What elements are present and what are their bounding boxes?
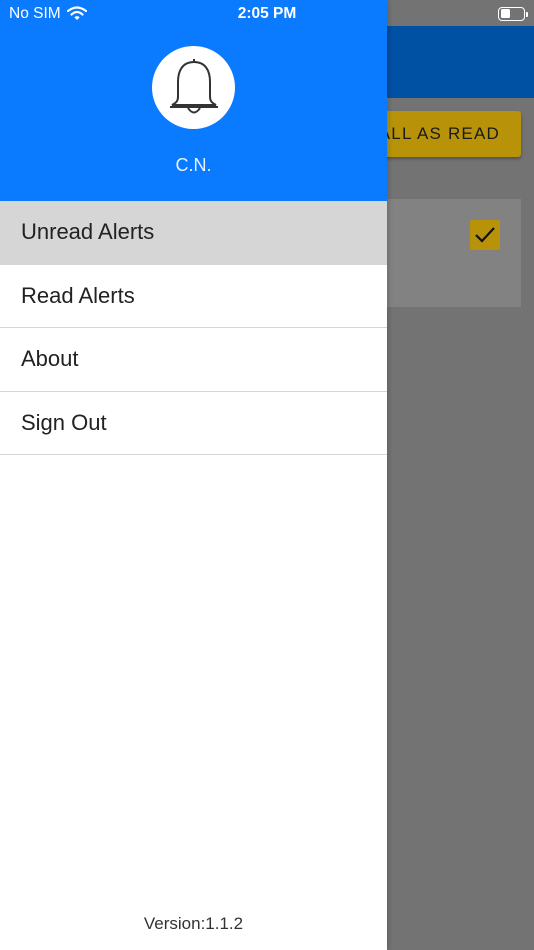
carrier-label: No SIM: [9, 4, 61, 22]
drawer-menu: Unread Alerts Read Alerts About Sign Out: [0, 201, 387, 455]
mark-all-as-read-label: ALL AS READ: [378, 124, 500, 143]
menu-item-about[interactable]: About: [0, 328, 387, 392]
battery-icon: [498, 6, 528, 21]
menu-item-label: Read Alerts: [21, 282, 135, 308]
menu-item-label: Unread Alerts: [21, 219, 155, 245]
battery-level: [500, 9, 511, 18]
menu-item-sign-out[interactable]: Sign Out: [0, 392, 387, 455]
menu-item-read-alerts[interactable]: Read Alerts: [0, 265, 387, 328]
user-initials: C.N.: [175, 155, 212, 175]
checkmark-icon: [475, 227, 495, 243]
status-bar: No SIM 2:05 PM: [0, 0, 534, 27]
version-label: Version:1.1.2: [143, 914, 244, 933]
menu-item-label: About: [21, 346, 79, 372]
menu-item-label: Sign Out: [21, 409, 107, 435]
navigation-drawer: C.N. Unread Alerts Read Alerts About Sig…: [0, 0, 387, 950]
wifi-icon: [66, 6, 87, 20]
drawer-header: C.N.: [0, 0, 387, 201]
menu-item-unread-alerts[interactable]: Unread Alerts: [0, 201, 387, 265]
bell-icon: [169, 58, 218, 113]
alert-checkbox[interactable]: [470, 220, 500, 250]
avatar: [152, 46, 235, 129]
